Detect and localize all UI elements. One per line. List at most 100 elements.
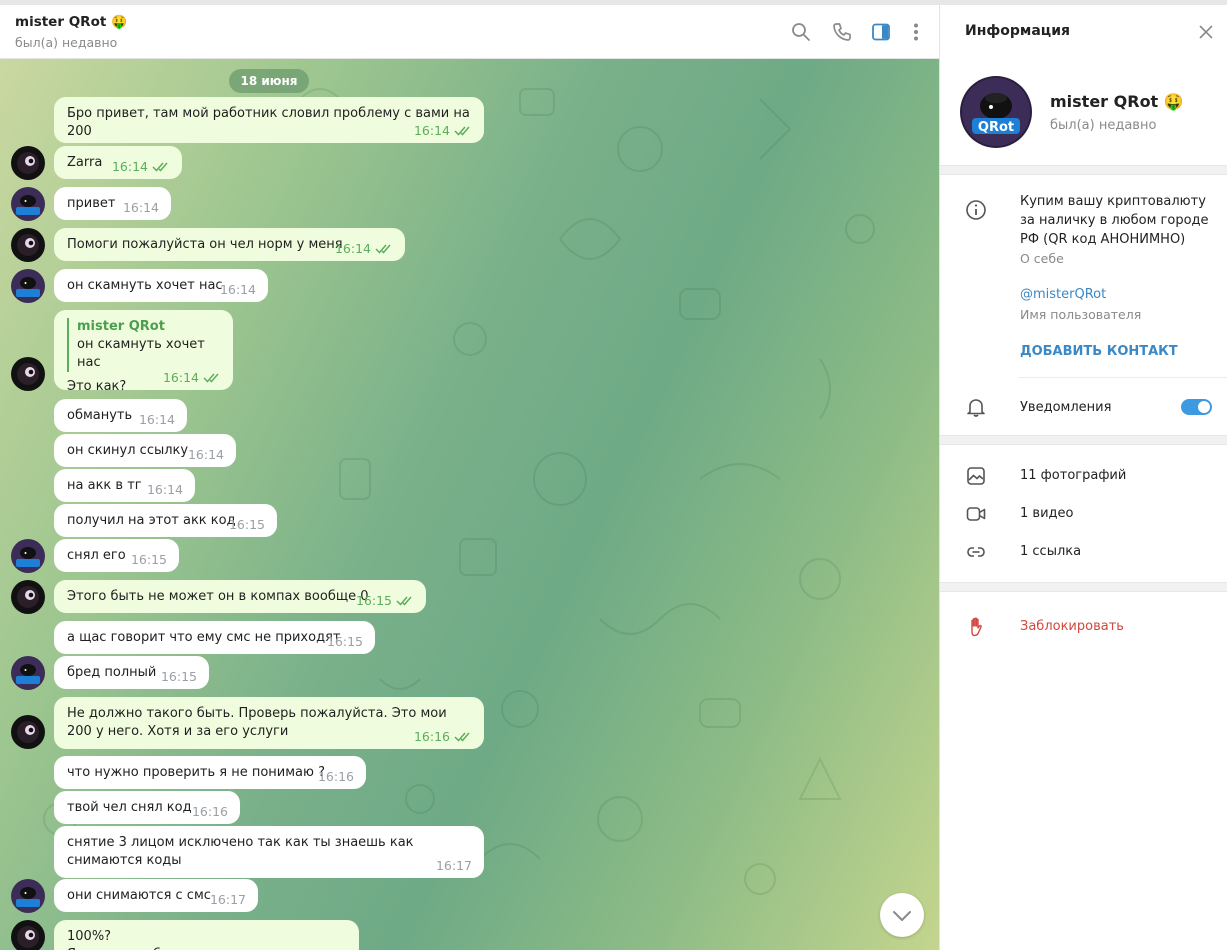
outgoing-message[interactable]: Бро привет, там мой работник словил проб…: [54, 97, 484, 143]
message-text: на акк в тг: [67, 478, 142, 493]
outgoing-message[interactable]: Помоги пожалуйста он чел норм у меня 16:1…: [54, 228, 405, 261]
message-text: получил на этот акк код: [67, 513, 236, 528]
profile-username[interactable]: @misterQRot: [1020, 287, 1106, 302]
incoming-message[interactable]: он скамнуть хочет нас 16:14: [54, 269, 268, 302]
message-time: 16:14: [219, 282, 256, 297]
money-face-icon: 🤑: [1163, 92, 1184, 111]
date-separator: 18 июня: [229, 69, 309, 93]
chat-status: был(а) недавно: [15, 35, 118, 50]
photo-icon: [967, 467, 985, 485]
shared-links-link[interactable]: 1 ссылка: [1020, 544, 1081, 559]
incoming-message[interactable]: снял его 16:15: [54, 539, 179, 572]
divider: [1018, 377, 1227, 378]
chat-header[interactable]: mister QRot 🤑 был(а) недавно: [0, 5, 939, 59]
info-panel: Информация QRot mister QRot 🤑 был(а) нед…: [939, 5, 1227, 950]
contact-avatar[interactable]: [11, 879, 45, 913]
message-text: Не должно такого быть. Проверь пожалуйст…: [67, 706, 447, 739]
message-time: 16:15: [160, 669, 197, 684]
profile-status: был(а) недавно: [1050, 118, 1157, 133]
message-time: 16:14: [146, 482, 183, 497]
outgoing-message[interactable]: mister QRot он скамнуть хочет нас Это как?…: [54, 310, 233, 394]
outgoing-message[interactable]: Не должно такого быть. Проверь пожалуйст…: [54, 697, 484, 749]
outgoing-message[interactable]: 100%? Я сам не разб: [54, 920, 359, 950]
message-text: бред полный: [67, 665, 157, 680]
outgoing-message[interactable]: Этого быть не может он в компах вообще 0…: [54, 580, 426, 613]
message-text: Zarra: [67, 155, 103, 170]
my-avatar[interactable]: [11, 357, 45, 391]
profile-bio[interactable]: Купим вашу криптовалюту за наличку в люб…: [1020, 192, 1210, 249]
message-text: обмануть: [67, 408, 133, 423]
messages-area[interactable]: 18 июня Бро привет, там мой работник сло…: [0, 59, 939, 950]
my-avatar[interactable]: [11, 228, 45, 262]
message-time: 16:14: [334, 241, 371, 256]
contact-avatar[interactable]: [11, 539, 45, 573]
section-divider: [940, 435, 1227, 445]
chevron-down-icon: [893, 911, 911, 921]
shared-videos-link[interactable]: 1 видео: [1020, 506, 1073, 521]
svg-text:QRot: QRot: [978, 120, 1014, 135]
incoming-message[interactable]: они снимаются с смс 16:17: [54, 879, 258, 912]
my-avatar[interactable]: [11, 920, 45, 950]
read-checkmarks-icon: [152, 162, 168, 172]
incoming-message[interactable]: а щас говорит что ему смс не приходят 16:…: [54, 621, 375, 654]
incoming-message[interactable]: получил на этот акк код 16:15: [54, 504, 277, 537]
message-time: 16:16: [191, 804, 228, 819]
block-hand-icon: [971, 617, 982, 637]
contact-avatar[interactable]: [11, 656, 45, 690]
sidebar-toggle-icon[interactable]: [870, 21, 892, 43]
my-avatar[interactable]: [11, 146, 45, 180]
notifications-toggle[interactable]: [1181, 399, 1212, 415]
message-text: он скамнуть хочет нас: [67, 278, 223, 293]
profile-avatar[interactable]: QRot: [960, 76, 1032, 148]
incoming-message[interactable]: он скинул ссылку 16:14: [54, 434, 236, 467]
scroll-down-button[interactable]: [880, 893, 924, 937]
username-label: Имя пользователя: [1020, 307, 1142, 322]
message-text: Это как?: [67, 379, 127, 394]
message-time: 16:14: [111, 159, 148, 174]
incoming-message[interactable]: на акк в тг 16:14: [54, 469, 195, 502]
incoming-message[interactable]: обмануть 16:14: [54, 399, 187, 432]
phone-icon[interactable]: [831, 21, 853, 43]
outgoing-message[interactable]: Zarra 16:14: [54, 146, 182, 179]
profile-name-text: mister QRot: [1050, 92, 1159, 111]
message-time: 16:16: [317, 769, 354, 784]
block-user-button[interactable]: Заблокировать: [1020, 619, 1124, 634]
section-divider: [940, 582, 1227, 592]
contact-avatar[interactable]: [11, 269, 45, 303]
message-time: 16:14: [122, 200, 159, 215]
link-icon: [967, 547, 985, 557]
reply-quote[interactable]: mister QRot он скамнуть хочет нас: [67, 318, 220, 372]
message-time: 16:16: [413, 729, 450, 744]
read-checkmarks-icon: [454, 732, 470, 742]
read-checkmarks-icon: [375, 244, 391, 254]
shared-photos-link[interactable]: 11 фотографий: [1020, 468, 1126, 483]
my-avatar[interactable]: [11, 715, 45, 749]
message-text: 100%?: [67, 929, 112, 944]
bell-icon: [967, 399, 985, 417]
message-text: Этого быть не может он в компах вообще 0: [67, 589, 369, 604]
close-icon[interactable]: [1198, 24, 1214, 40]
message-text: твой чел снял код: [67, 800, 192, 815]
incoming-message[interactable]: бред полный 16:15: [54, 656, 209, 689]
incoming-message[interactable]: привет 16:14: [54, 187, 171, 220]
read-checkmarks-icon: [203, 373, 219, 383]
message-text: Я сам не разб: [67, 946, 346, 950]
search-icon[interactable]: [790, 21, 812, 43]
add-contact-button[interactable]: ДОБАВИТЬ КОНТАКТ: [1020, 344, 1178, 359]
message-text: снятие 3 лицом исключено так как ты знае…: [67, 835, 414, 868]
message-time: 16:17: [209, 892, 246, 907]
video-icon: [966, 507, 986, 521]
message-time: 16:15: [130, 552, 167, 567]
more-vertical-icon[interactable]: [905, 21, 927, 43]
incoming-message[interactable]: снятие 3 лицом исключено так как ты знае…: [54, 826, 484, 878]
message-text: привет: [67, 196, 116, 211]
contact-avatar[interactable]: [11, 187, 45, 221]
message-time: 16:14: [187, 447, 224, 462]
incoming-message[interactable]: что нужно проверить я не понимаю ? 16:16: [54, 756, 366, 789]
message-time: 16:14: [413, 123, 450, 138]
my-avatar[interactable]: [11, 580, 45, 614]
incoming-message[interactable]: твой чел снял код 16:16: [54, 791, 240, 824]
chat-title[interactable]: mister QRot 🤑: [15, 14, 127, 30]
reply-quote-text: он скамнуть хочет нас: [77, 337, 205, 370]
toggle-knob: [1198, 401, 1210, 413]
